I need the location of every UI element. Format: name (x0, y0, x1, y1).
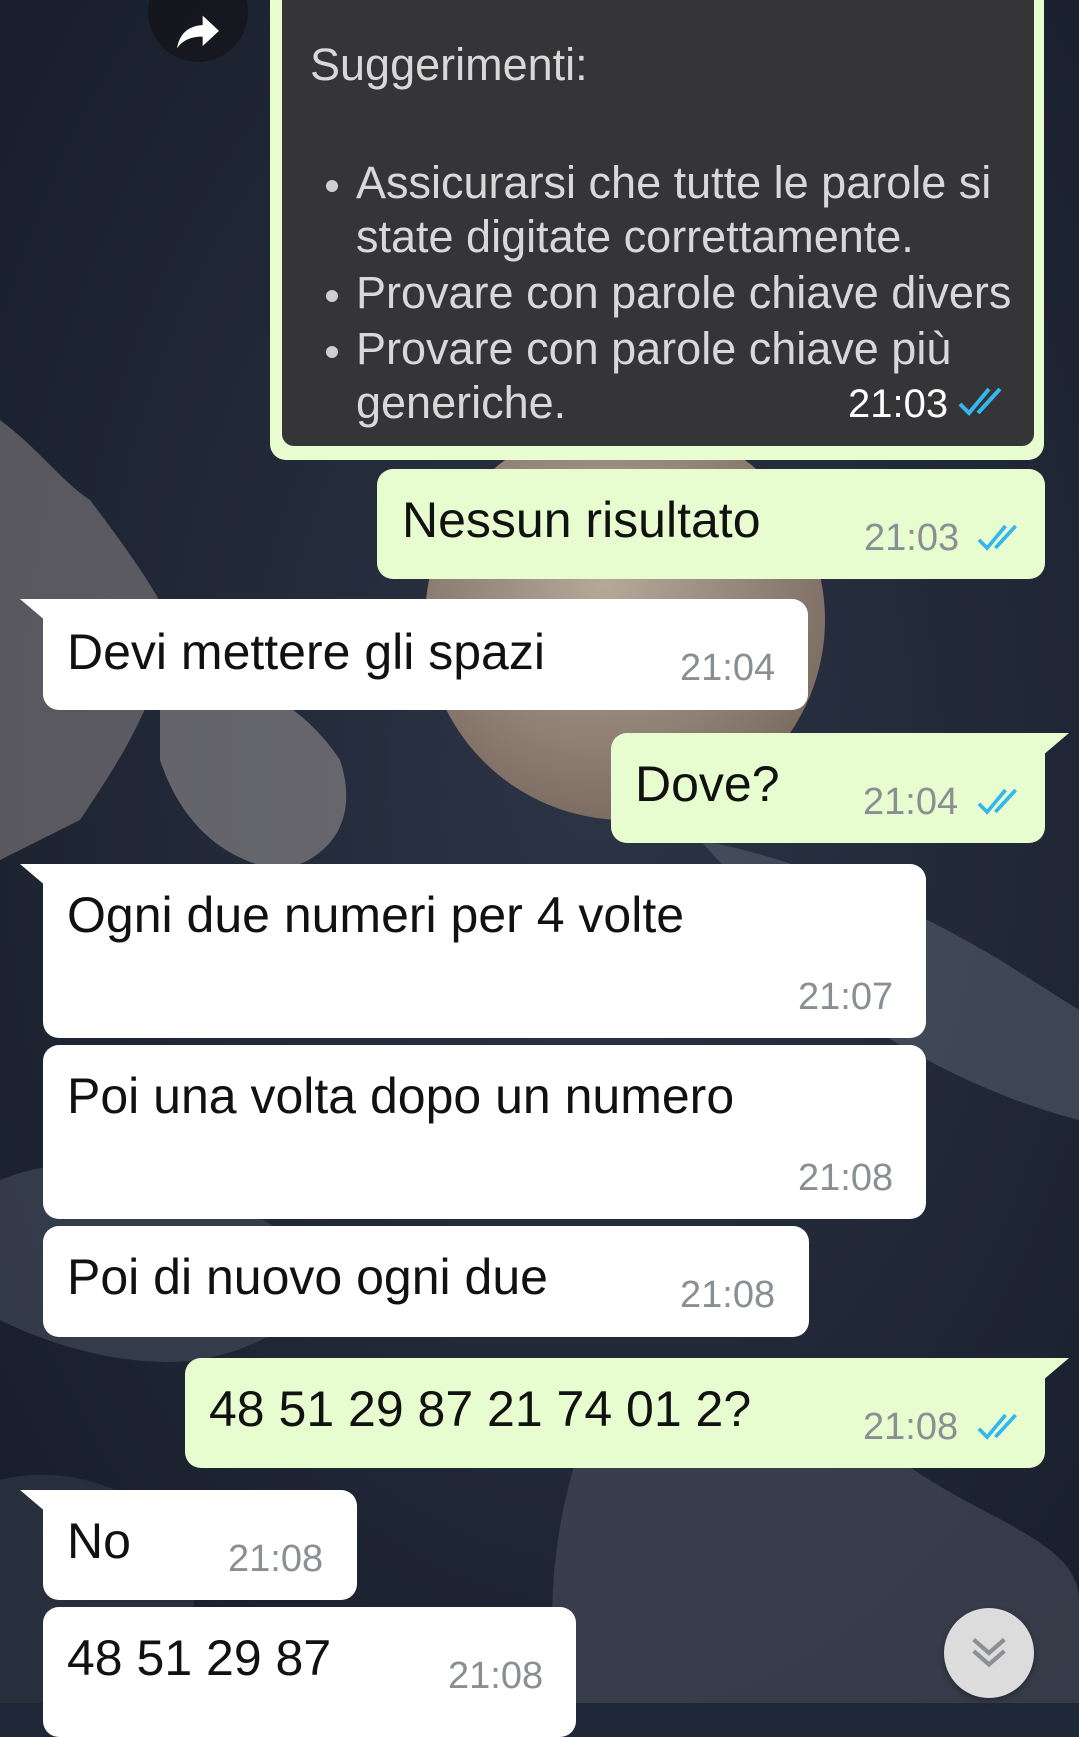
double-check-icon (977, 524, 1017, 551)
chevron-double-down-icon (972, 1637, 1006, 1668)
suggestion-line: generiche. (356, 377, 567, 428)
suggestion-line: state digitate correttamente. (356, 211, 914, 262)
suggestions-heading: Suggerimenti: (310, 39, 588, 90)
outgoing-message[interactable]: Nessun risultato 21:03 (377, 469, 1045, 579)
message-text: Dove? (635, 756, 780, 812)
bullet-dot (326, 180, 338, 192)
message-time: 21:08 (448, 1655, 544, 1697)
outgoing-message[interactable]: 48 51 29 87 21 74 01 2? 21:08 (185, 1358, 1045, 1468)
message-text: 48 51 29 87 (67, 1630, 332, 1686)
message-time: 21:04 (863, 781, 959, 823)
incoming-message[interactable]: Poi una volta dopo un numero 21:08 (43, 1045, 926, 1219)
incoming-message[interactable]: Ogni due numeri per 4 volte 21:07 (43, 864, 926, 1038)
suggestion-line: Assicurarsi che tutte le parole si (356, 157, 992, 208)
incoming-message[interactable]: Poi di nuovo ogni due 21:08 (43, 1226, 809, 1337)
message-time: 21:08 (228, 1538, 324, 1580)
message-time: 21:08 (798, 1157, 894, 1199)
incoming-message[interactable]: Devi mettere gli spazi 21:04 (43, 599, 808, 710)
outgoing-message[interactable]: Dove? 21:04 (611, 733, 1045, 843)
message-text: Poi una volta dopo un numero (67, 1068, 735, 1124)
forward-arrow-icon (177, 15, 219, 49)
suggestion-line: Provare con parole chiave divers (356, 267, 1012, 318)
suggestion-line: Provare con parole chiave più (356, 323, 952, 374)
message-text: Ogni due numeri per 4 volte (67, 887, 685, 943)
message-time: 21:07 (798, 976, 894, 1018)
message-time: 21:04 (680, 647, 776, 689)
double-check-icon (977, 1413, 1017, 1440)
message-text: Devi mettere gli spazi (67, 624, 545, 680)
message-text: 48 51 29 87 21 74 01 2? (209, 1381, 752, 1437)
double-check-icon (958, 387, 1002, 416)
scroll-to-bottom-button[interactable] (944, 1608, 1034, 1698)
message-time: 21:03 (848, 382, 949, 426)
incoming-message[interactable]: No 21:08 (43, 1490, 357, 1600)
message-text: Nessun risultato (402, 492, 761, 548)
incoming-message[interactable]: 48 51 29 87 21:08 (43, 1607, 576, 1737)
document-message[interactable]: Suggerimenti: Assicurarsi che tutte le p… (270, 0, 1044, 460)
message-time: 21:03 (864, 517, 960, 559)
message-text: Poi di nuovo ogni due (67, 1249, 548, 1305)
bullet-dot (326, 346, 338, 358)
message-time: 21:08 (863, 1406, 959, 1448)
bullet-dot (326, 290, 338, 302)
message-text: No (67, 1513, 131, 1569)
message-time: 21:08 (680, 1274, 776, 1316)
double-check-icon (977, 788, 1017, 815)
document-preview: Suggerimenti: Assicurarsi che tutte le p… (282, 0, 1034, 446)
